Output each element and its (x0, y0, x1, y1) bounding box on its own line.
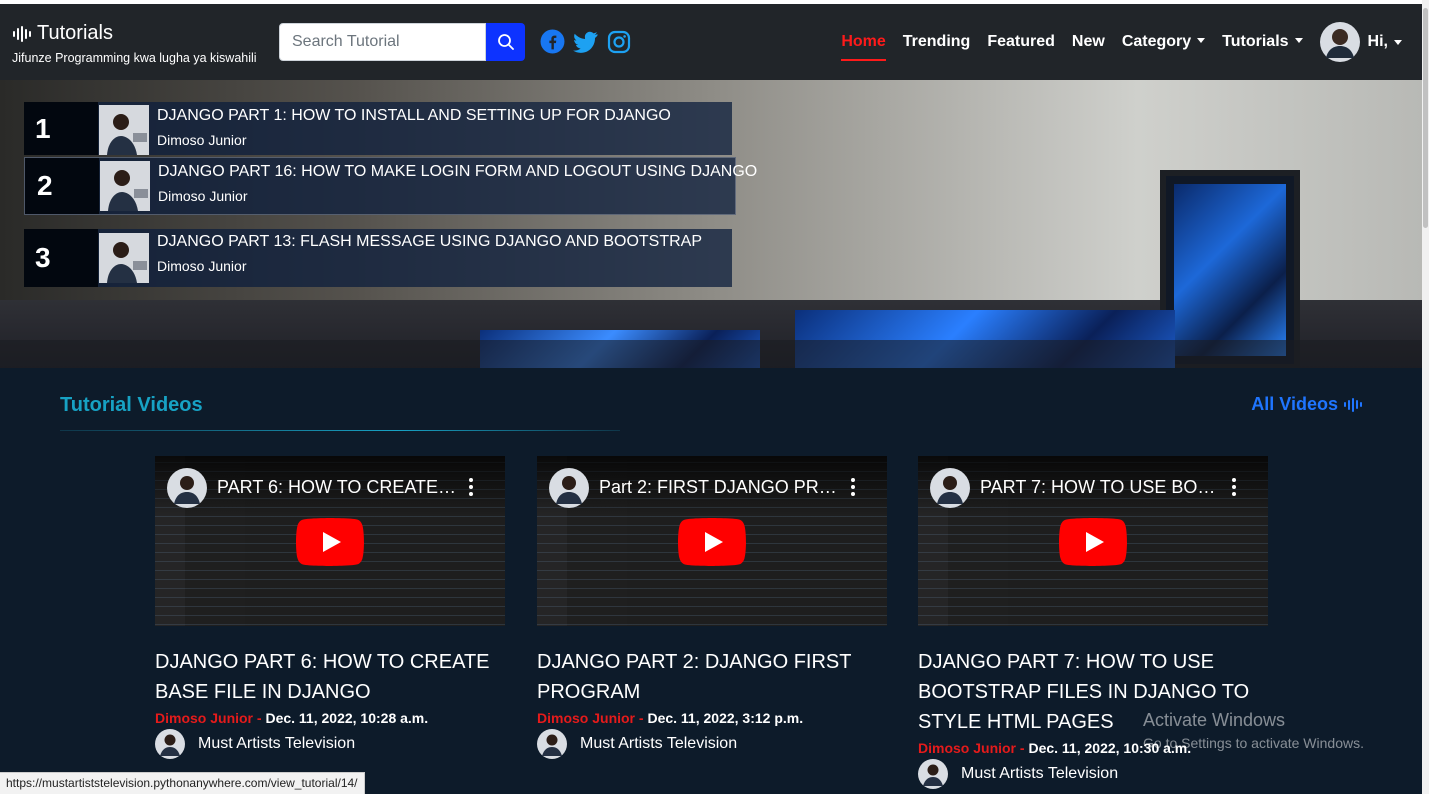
search-form (279, 23, 525, 61)
channel-name: Must Artists Television (580, 735, 738, 752)
top-tutorial-title: DJANGO PART 13: FLASH MESSAGE USING DJAN… (157, 233, 703, 250)
user-greeting: Hi, (1367, 33, 1388, 50)
nav-home[interactable]: Home (841, 33, 887, 61)
navbar: Tutorials Jifunze Programming kwa lugha … (0, 4, 1422, 80)
brand[interactable]: Tutorials (13, 22, 113, 45)
browser-status-bar: https://mustartiststelevision.pythonanyw… (0, 772, 365, 794)
video-title[interactable]: Part 2: FIRST DJANGO PROGRAM (599, 477, 839, 498)
author-thumbnail (99, 105, 149, 155)
watermark-subtitle: Go to Settings to activate Windows. (1143, 735, 1364, 751)
video-title[interactable]: PART 6: HOW TO CREATE BASE FILE IN DJANG… (217, 477, 457, 498)
caret-down-icon (1294, 38, 1303, 43)
video-card: Part 2: FIRST DJANGO PROGRAM DJANGO PART… (537, 456, 887, 759)
nav-tutorials-label: Tutorials (1222, 33, 1289, 50)
youtube-embed[interactable]: PART 7: HOW TO USE BOOTSTRAP (918, 456, 1268, 626)
user-dropdown[interactable]: Hi, (1319, 22, 1402, 62)
channel-avatar[interactable] (549, 468, 589, 508)
nav-trending[interactable]: Trending (903, 33, 971, 51)
hero-desk (0, 340, 1422, 368)
sound-wave-icon (1344, 397, 1362, 412)
top-tutorial-rank: 3 (24, 229, 98, 287)
top-tutorial-rank: 1 (24, 102, 98, 155)
video-title[interactable]: PART 7: HOW TO USE BOOTSTRAP (980, 477, 1220, 498)
top-tutorial-item[interactable]: 1 DJANGO PART 1: HOW TO INSTALL AND SETT… (24, 102, 732, 155)
top-tutorial-author: Dimoso Junior (158, 188, 248, 204)
top-tutorial-item[interactable]: 2 DJANGO PART 16: HOW TO MAKE LOGIN FORM… (24, 157, 757, 215)
card-title[interactable]: DJANGO PART 6: HOW TO CREATE BASE FILE I… (155, 647, 505, 707)
all-videos-label: All Videos (1251, 394, 1338, 414)
play-button-icon[interactable] (1059, 518, 1127, 566)
hero-monitor (1160, 170, 1300, 368)
brand-title: Tutorials (37, 22, 113, 44)
card-channel[interactable]: Must Artists Television (918, 759, 1268, 789)
author-thumbnail (99, 233, 149, 283)
windows-activation-watermark: Activate Windows Go to Settings to activ… (1143, 710, 1364, 751)
card-author[interactable]: Dimoso Junior - (537, 710, 644, 726)
youtube-embed[interactable]: Part 2: FIRST DJANGO PROGRAM (537, 456, 887, 626)
card-author[interactable]: Dimoso Junior - (155, 710, 262, 726)
more-options-icon[interactable] (1232, 478, 1236, 496)
channel-avatar[interactable] (930, 468, 970, 508)
top-tutorial-item[interactable]: 3 DJANGO PART 13: FLASH MESSAGE USING DJ… (24, 229, 732, 287)
top-tutorial-title: DJANGO PART 16: HOW TO MAKE LOGIN FORM A… (158, 163, 758, 180)
more-options-icon[interactable] (469, 478, 473, 496)
channel-avatar (918, 759, 948, 789)
hero-banner: 1 DJANGO PART 1: HOW TO INSTALL AND SETT… (0, 80, 1422, 368)
search-icon (497, 34, 514, 50)
card-author[interactable]: Dimoso Junior - (918, 740, 1025, 756)
top-tutorial-rank: 2 (25, 158, 99, 214)
card-date: Dec. 11, 2022, 3:12 p.m. (647, 710, 804, 726)
card-meta: Dimoso Junior - Dec. 11, 2022, 10:28 a.m… (155, 710, 505, 726)
top-tutorial-author: Dimoso Junior (157, 258, 247, 274)
caret-down-icon (1394, 39, 1402, 45)
instagram-icon[interactable] (606, 29, 631, 54)
channel-name: Must Artists Television (961, 765, 1119, 782)
nav-category-label: Category (1121, 33, 1192, 50)
search-input[interactable] (279, 23, 486, 61)
card-meta: Dimoso Junior - Dec. 11, 2022, 3:12 p.m. (537, 710, 887, 726)
section-title: Tutorial Videos (60, 394, 203, 416)
nav-featured[interactable]: Featured (987, 33, 1055, 51)
card-title[interactable]: DJANGO PART 2: DJANGO FIRST PROGRAM (537, 647, 887, 707)
sound-wave-icon (13, 25, 31, 42)
play-button-icon[interactable] (296, 518, 364, 566)
card-channel[interactable]: Must Artists Television (155, 729, 505, 759)
channel-avatar (537, 729, 567, 759)
nav-new[interactable]: New (1072, 33, 1105, 51)
section-divider (60, 430, 620, 431)
more-options-icon[interactable] (851, 478, 855, 496)
channel-name: Must Artists Television (198, 735, 356, 752)
video-card: PART 6: HOW TO CREATE BASE FILE IN DJANG… (155, 456, 505, 759)
facebook-icon[interactable] (540, 29, 565, 54)
caret-down-icon (1197, 38, 1206, 43)
nav-tutorials-dropdown[interactable]: Tutorials (1222, 33, 1303, 51)
social-links (540, 29, 631, 54)
top-tutorial-title: DJANGO PART 1: HOW TO INSTALL AND SETTIN… (157, 107, 671, 124)
scrollbar-thumb[interactable] (1423, 8, 1428, 228)
all-videos-link[interactable]: All Videos (1251, 394, 1362, 415)
brand-subtitle: Jifunze Programming kwa lugha ya kiswahi… (12, 51, 257, 65)
page-scrollbar[interactable] (1422, 0, 1429, 794)
user-avatar (1319, 22, 1360, 62)
youtube-embed[interactable]: PART 6: HOW TO CREATE BASE FILE IN DJANG… (155, 456, 505, 626)
twitter-icon[interactable] (573, 29, 598, 54)
top-tutorial-author: Dimoso Junior (157, 132, 247, 148)
channel-avatar[interactable] (167, 468, 207, 508)
play-button-icon[interactable] (678, 518, 746, 566)
search-button[interactable] (486, 23, 525, 61)
card-date: Dec. 11, 2022, 10:28 a.m. (265, 710, 429, 726)
card-channel[interactable]: Must Artists Television (537, 729, 887, 759)
author-thumbnail (100, 161, 150, 211)
nav-category-dropdown[interactable]: Category (1121, 33, 1206, 51)
main-menu: Home Trending Featured New Category Tuto… (824, 20, 1402, 64)
channel-avatar (155, 729, 185, 759)
watermark-title: Activate Windows (1143, 710, 1286, 730)
